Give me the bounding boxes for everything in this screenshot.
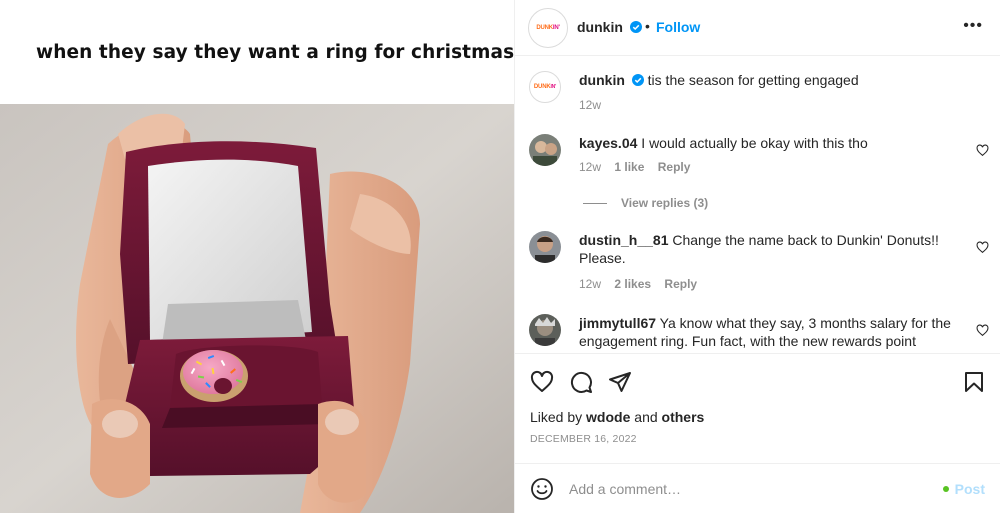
comment-meta: 12w 1 like Reply bbox=[579, 160, 690, 174]
post-button[interactable]: Post bbox=[955, 481, 985, 497]
caption-text: dunkin tis the season for getting engage… bbox=[579, 71, 959, 89]
ring-box-photo bbox=[0, 104, 514, 513]
comment-icon[interactable] bbox=[569, 370, 593, 394]
post-media[interactable]: when they say they want a ring for chris… bbox=[0, 0, 514, 513]
post-date[interactable]: DECEMBER 16, 2022 bbox=[530, 433, 637, 445]
comment-age: 12w bbox=[579, 160, 602, 174]
follow-button[interactable]: Follow bbox=[656, 19, 700, 35]
liked-by-user[interactable]: wdode bbox=[586, 409, 630, 425]
ring-box-illustration bbox=[0, 104, 514, 513]
header-username[interactable]: dunkin bbox=[577, 19, 642, 35]
meme-caption: when they say they want a ring for chris… bbox=[36, 42, 514, 63]
comment-body: I would actually be okay with this tho bbox=[641, 135, 868, 151]
verified-badge-icon bbox=[631, 74, 644, 86]
comments-list[interactable]: DUNKIN' dunkin tis the season for gettin… bbox=[515, 57, 1000, 353]
caption-age: 12w bbox=[579, 98, 602, 112]
heart-icon[interactable] bbox=[976, 324, 989, 337]
dunkin-avatar[interactable]: DUNKIN' bbox=[528, 8, 568, 48]
comment-username[interactable]: dustin_h__81 bbox=[579, 232, 668, 248]
heart-icon[interactable] bbox=[976, 144, 989, 157]
comment-item: dustin_h__81 Change the name back to Dun… bbox=[529, 231, 989, 297]
view-replies-line bbox=[583, 203, 607, 205]
caption-username[interactable]: dunkin bbox=[579, 72, 625, 88]
post-caption: DUNKIN' dunkin tis the season for gettin… bbox=[529, 71, 989, 121]
comment-likes[interactable]: 2 likes bbox=[614, 277, 651, 291]
header-separator: • bbox=[645, 18, 650, 34]
status-dot-icon bbox=[943, 486, 949, 492]
header-username-text[interactable]: dunkin bbox=[577, 19, 623, 35]
bookmark-icon[interactable] bbox=[962, 370, 986, 394]
more-options-icon[interactable]: ••• bbox=[963, 17, 983, 35]
commenter-avatar[interactable] bbox=[529, 134, 561, 166]
reply-button[interactable]: Reply bbox=[664, 277, 697, 291]
caption-body: tis the season for getting engaged bbox=[647, 72, 859, 88]
liked-by-prefix: Liked by bbox=[530, 409, 583, 425]
share-icon[interactable] bbox=[608, 370, 632, 394]
dunkin-logo-small: DUNKIN' bbox=[531, 73, 559, 101]
meme-caption-band: when they say they want a ring for chris… bbox=[0, 0, 514, 104]
commenter-avatar[interactable] bbox=[529, 314, 561, 346]
post-side-panel: DUNKIN' dunkin • Follow ••• DUNKIN' dunk… bbox=[514, 0, 1000, 513]
like-heart-icon[interactable] bbox=[530, 370, 554, 394]
comment-text: dustin_h__81 Change the name back to Dun… bbox=[579, 231, 959, 267]
comment-age: 12w bbox=[579, 277, 602, 291]
comment-composer: Post bbox=[515, 463, 1000, 513]
emoji-icon[interactable] bbox=[530, 477, 554, 501]
heart-icon[interactable] bbox=[976, 241, 989, 254]
reply-button[interactable]: Reply bbox=[658, 160, 691, 174]
comment-meta: 12w 2 likes Reply bbox=[579, 277, 697, 291]
comment-text: kayes.04 I would actually be okay with t… bbox=[579, 134, 959, 152]
post-header: DUNKIN' dunkin • Follow ••• bbox=[515, 0, 1000, 56]
comment-username[interactable]: jimmytull67 bbox=[579, 315, 656, 331]
liked-by: Liked by wdode and others bbox=[530, 409, 704, 425]
comment-username[interactable]: kayes.04 bbox=[579, 135, 637, 151]
liked-by-and: and bbox=[634, 409, 658, 425]
post-actions: Liked by wdode and others DECEMBER 16, 2… bbox=[515, 353, 1000, 463]
verified-badge-icon bbox=[629, 21, 642, 33]
comment-item: kayes.04 I would actually be okay with t… bbox=[529, 134, 989, 184]
commenter-avatar[interactable] bbox=[529, 231, 561, 263]
dunkin-avatar-small[interactable]: DUNKIN' bbox=[529, 71, 561, 103]
comment-likes[interactable]: 1 like bbox=[614, 160, 644, 174]
view-replies-label[interactable]: View replies (3) bbox=[621, 196, 708, 210]
view-replies-button[interactable]: View replies (3) bbox=[583, 196, 708, 210]
dunkin-logo: DUNKIN' bbox=[531, 11, 565, 45]
comment-text: jimmytull67 Ya know what they say, 3 mon… bbox=[579, 314, 959, 350]
comment-item: jimmytull67 Ya know what they say, 3 mon… bbox=[529, 314, 989, 353]
comment-input[interactable] bbox=[569, 478, 929, 500]
liked-by-others[interactable]: others bbox=[662, 409, 705, 425]
